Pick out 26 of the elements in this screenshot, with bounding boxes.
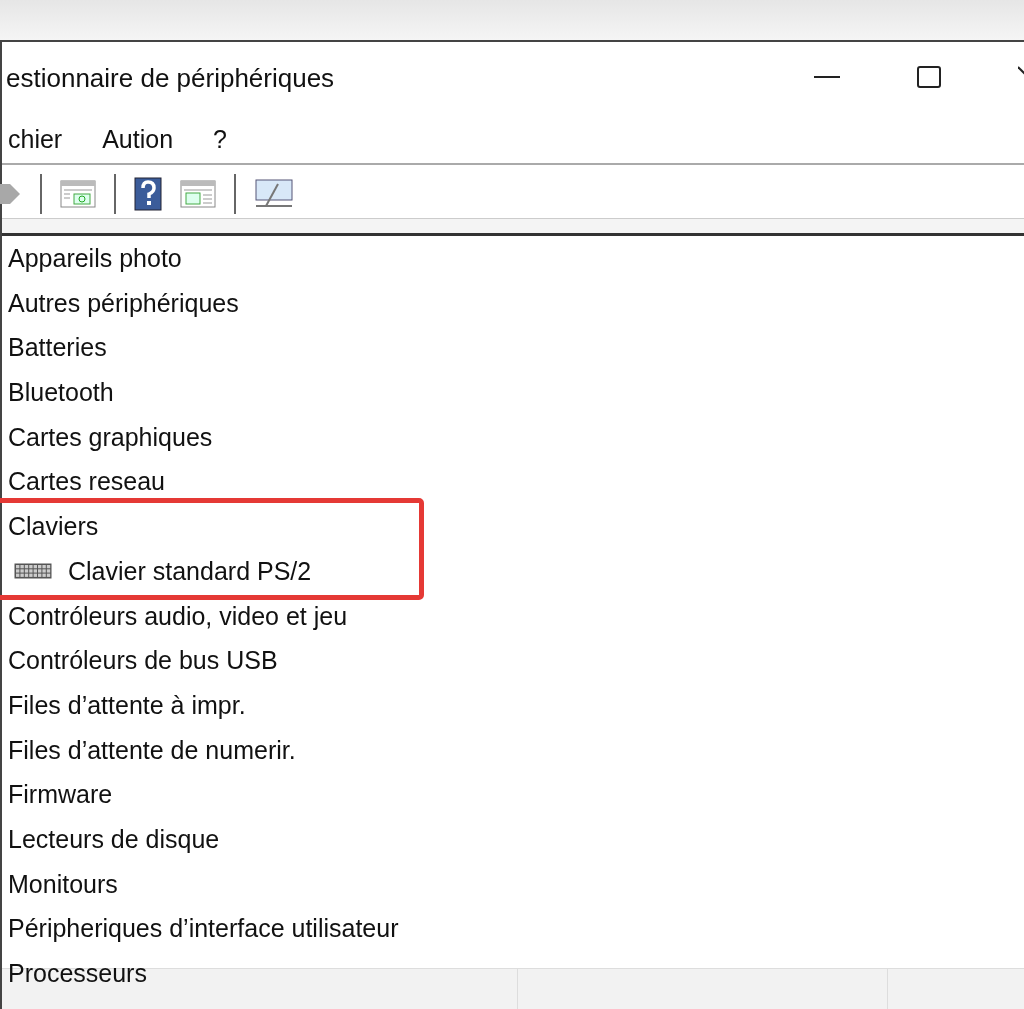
tree-item[interactable]: Monitours (2, 861, 1024, 907)
tree-item[interactable]: Cartes graphiques (2, 414, 1024, 460)
tree-item[interactable]: Claviers (2, 504, 1024, 549)
tree-item[interactable]: Clavier standard PS/2 (52, 548, 312, 594)
window-title: estionnaire de périphériques (6, 62, 335, 94)
tree-item[interactable]: Files d’attente de numerir. (2, 727, 1024, 773)
monitor-icon[interactable] (254, 177, 294, 210)
tree-item[interactable]: Bluetooth (2, 370, 1024, 415)
tree-item[interactable]: Lecteurs de disque (2, 816, 1024, 862)
help-icon[interactable] (134, 176, 162, 211)
tree-item[interactable]: Autres périphériques (2, 280, 1024, 326)
tree-item[interactable]: Batteries (2, 325, 1024, 371)
tree-item[interactable]: Appareils photo (2, 236, 1024, 281)
menu-item[interactable]: ? (211, 125, 229, 154)
minimize-icon[interactable] (814, 75, 840, 79)
tree-item[interactable]: Contróleurs audio, video et jeu (2, 593, 1024, 639)
tree-item[interactable]: Contróleurs de bus USB (2, 638, 1024, 683)
menu-item[interactable]: Aution (100, 125, 176, 154)
tree-item[interactable]: Péripheriques d’interface utilisateur (2, 906, 1024, 951)
tree-item[interactable]: Processeurs (2, 951, 1024, 996)
tree-item[interactable]: Firmware (2, 772, 1024, 817)
keyboard-icon (14, 563, 52, 580)
tree-item[interactable]: Files d’attente à impr. (2, 682, 1024, 728)
maximize-icon[interactable] (917, 66, 941, 88)
menu-item[interactable]: chier (6, 125, 65, 154)
tree-item[interactable]: Cartes reseau (2, 459, 1024, 505)
